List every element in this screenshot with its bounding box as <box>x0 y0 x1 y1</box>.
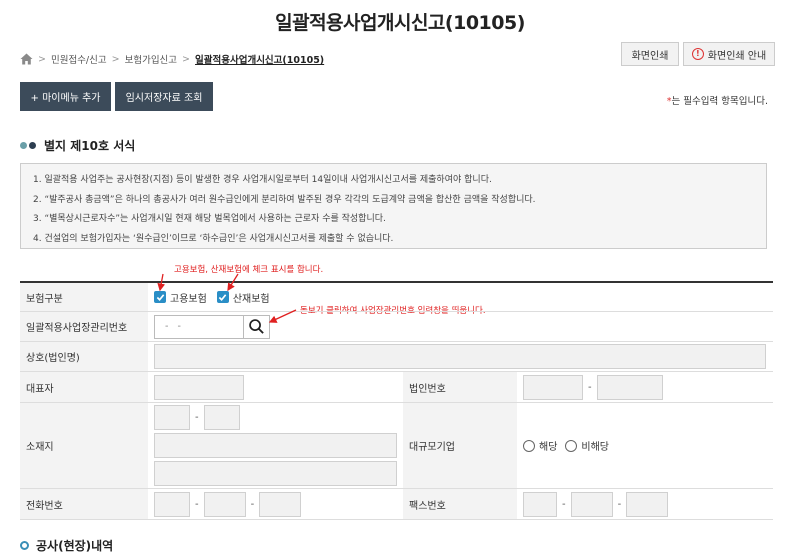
notice-line: 2. “발주공사 총금액”은 하나의 총공사가 여러 원수급인에게 분리하여 발… <box>33 194 536 205</box>
phone-input-1[interactable] <box>154 491 190 517</box>
phone-input-2[interactable] <box>203 491 246 517</box>
representative-input[interactable] <box>154 374 244 400</box>
company-name-label: 상호(법인명) <box>20 342 148 371</box>
company-name-row: 상호(법인명) <box>20 342 773 372</box>
circle-bullet-icon <box>20 541 29 550</box>
address-input-2[interactable] <box>154 461 397 486</box>
phone-value: - - <box>148 489 403 519</box>
breadcrumb-item[interactable]: 보험가입신고 <box>125 52 177 66</box>
search-icon <box>249 319 264 334</box>
accident-insurance-checkbox[interactable] <box>216 291 229 303</box>
zipcode-input-1[interactable] <box>154 405 190 430</box>
employment-insurance-label: 고용보험 <box>170 293 207 305</box>
company-name-value <box>148 342 773 371</box>
phone-row: 전화번호 - - 팩스번호 - - <box>20 489 773 520</box>
breadcrumb: > 민원접수/신고 > 보험가입신고 > 일괄적용사업개시신고(10105) <box>20 52 324 66</box>
accident-insurance-label: 산재보험 <box>232 293 270 305</box>
address-label: 소재지 <box>20 403 148 488</box>
corp-no-input-2[interactable] <box>596 374 663 400</box>
large-company-yes-radio[interactable] <box>523 439 535 452</box>
notice-line: 4. 건설업의 보험가입자는 ‘원수급인’이므로 ‘하수급인’은 사업개시신고서… <box>33 233 394 244</box>
fax-input-2[interactable] <box>570 491 613 517</box>
zipcode-group: - <box>154 405 397 430</box>
breadcrumb-separator: > <box>111 53 120 65</box>
mgmt-no-value: - - <box>148 312 773 341</box>
notice-box: 1. 일괄적용 사업주는 공사현장(지점) 등이 발생한 경우 사업개시일로부터… <box>20 163 767 249</box>
print-guide-button[interactable]: ! 화면인쇄 안내 <box>683 42 775 66</box>
home-icon[interactable] <box>20 53 33 65</box>
dash: - <box>588 381 592 393</box>
section-heading-2: 공사(현장)내역 <box>20 537 113 554</box>
notice-line: 3. “별목상시근로자수”는 사업개시일 현재 해당 벌목업에서 사용하는 근로… <box>33 214 386 224</box>
mgmt-no-input[interactable]: - - <box>154 314 244 339</box>
mgmt-no-row: 일괄적용사업장관리번호 - - <box>20 312 773 342</box>
dash: - <box>195 412 199 423</box>
address-value: - <box>148 403 403 488</box>
registration-form: 보험구분 고용보험 산재보험 일괄적용사업장관리번호 - - 상호(법인명) 대… <box>20 281 773 520</box>
insurance-type-value: 고용보험 산재보험 <box>148 283 773 311</box>
breadcrumb-separator: > <box>38 53 46 65</box>
required-note: *는 필수입력 항목입니다. <box>667 93 768 107</box>
dash: - <box>195 498 199 510</box>
breadcrumb-current[interactable]: 일괄적용사업개시신고(10105) <box>195 52 324 66</box>
phone-label: 전화번호 <box>20 489 148 519</box>
phone-input-3[interactable] <box>259 491 302 517</box>
corp-no-value: - <box>517 372 773 402</box>
temp-save-lookup-button[interactable]: 임시저장자료 조회 <box>115 82 213 111</box>
representative-value <box>148 372 403 402</box>
large-company-yes-label: 해당 <box>539 442 558 453</box>
warning-icon: ! <box>691 48 704 60</box>
section-title: 별지 제10호 서식 <box>44 139 136 153</box>
insurance-annotation: 고용보험, 산재보험에 체크 표시를 합니다. <box>174 265 324 275</box>
representative-label: 대표자 <box>20 372 148 402</box>
large-company-no-label: 비해당 <box>581 442 610 453</box>
dash: - <box>562 498 566 510</box>
fax-label: 팩스번호 <box>403 489 517 519</box>
page-title: 일괄적용사업개시신고(10105) <box>275 12 525 34</box>
mgmt-no-label: 일괄적용사업장관리번호 <box>20 312 148 341</box>
employment-insurance-checkbox[interactable] <box>154 291 166 303</box>
large-company-label: 대규모기업 <box>403 403 517 488</box>
add-my-menu-button[interactable]: + 마이메뉴 추가 <box>20 82 111 111</box>
bullet-dots-icon <box>20 142 38 149</box>
dash: - <box>250 498 255 510</box>
fax-input-1[interactable] <box>523 491 557 517</box>
insurance-type-label: 보험구분 <box>20 283 148 311</box>
search-button[interactable] <box>244 314 270 339</box>
section-heading: 별지 제10호 서식 <box>20 137 135 154</box>
section2-title: 공사(현장)내역 <box>36 539 114 553</box>
fax-value: - - <box>517 489 773 519</box>
corp-no-input-1[interactable] <box>523 374 583 400</box>
fax-input-3[interactable] <box>626 491 669 517</box>
address-input-1[interactable] <box>154 433 397 458</box>
notice-line: 1. 일괄적용 사업주는 공사현장(지점) 등이 발생한 경우 사업개시일로부터… <box>33 175 492 185</box>
corp-no-label: 법인번호 <box>403 372 517 402</box>
company-name-input[interactable] <box>154 344 766 369</box>
address-row: 소재지 - 대규모기업 해당 비해당 <box>20 403 773 489</box>
representative-row: 대표자 법인번호 - <box>20 372 773 403</box>
zipcode-input-2[interactable] <box>203 405 240 430</box>
large-company-no-radio[interactable] <box>565 439 578 452</box>
print-button[interactable]: 화면인쇄 <box>621 42 679 66</box>
insurance-type-row: 보험구분 고용보험 산재보험 <box>20 283 773 312</box>
required-note-text: 는 필수입력 항목입니다. <box>671 96 768 107</box>
breadcrumb-separator: > <box>182 53 191 65</box>
print-guide-label: 화면인쇄 안내 <box>707 50 767 62</box>
large-company-value: 해당 비해당 <box>517 403 773 488</box>
breadcrumb-item[interactable]: 민원접수/신고 <box>51 52 107 66</box>
dash: - <box>617 498 622 510</box>
